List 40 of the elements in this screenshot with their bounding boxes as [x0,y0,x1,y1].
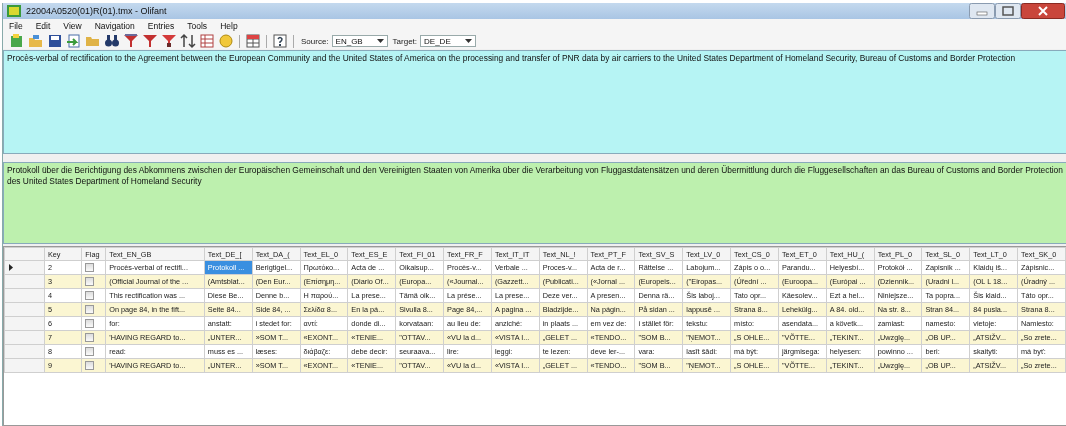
minimize-button[interactable] [969,3,995,19]
flag-checkbox[interactable] [85,263,95,273]
combo-label: Source: [301,36,329,46]
funnel-icon[interactable] [161,33,177,49]
binoculars-icon[interactable] [104,33,120,49]
new-file-icon[interactable] [9,33,25,49]
flag-checkbox[interactable] [85,319,95,329]
language-dropdown[interactable]: DE_DE [420,35,477,47]
import-icon[interactable] [66,33,82,49]
flag-checkbox[interactable] [85,305,95,315]
menu-item[interactable]: Entries [147,21,175,31]
current-row-icon [9,264,13,271]
menu-item[interactable]: Help [220,21,238,31]
flag-checkbox[interactable] [85,333,95,343]
menu-item[interactable]: File [9,21,23,31]
sort-icon[interactable] [180,33,196,49]
app-icon [7,5,21,17]
maximize-button[interactable] [995,3,1021,19]
menu-item[interactable]: Edit [35,21,51,31]
source-text-pane[interactable]: Procès-verbal of rectification to the Agreement between the European Community and the United States of America on the processing and transfer of PNR data by air carriers to the United States Department of Homeland Security, Bureau of Customs and Border Protection [3,50,1066,154]
dropdown-caret-icon [465,39,473,43]
dropdown-caret-icon [376,39,384,43]
language-dropdown[interactable]: EN_GB [331,35,388,47]
menu-item[interactable]: Tools [187,21,208,31]
filter-icon[interactable] [123,33,139,49]
help-icon[interactable] [272,33,288,49]
menu-item[interactable]: View [63,21,82,31]
window-title: 22004A0520(01)R(01).tmx - Olifant [26,6,168,16]
flag-checkbox[interactable] [85,291,95,301]
flag-checkbox[interactable] [85,347,95,357]
table-icon[interactable] [245,33,261,49]
combo-label: Target: [392,36,418,46]
grid-icon[interactable] [199,33,215,49]
menu-item[interactable]: Navigation [94,21,135,31]
flag-checkbox[interactable] [85,277,95,287]
coin-icon[interactable] [218,33,234,49]
save-icon[interactable] [47,33,63,49]
target-text-pane[interactable]: Protokoll über die Berichtigung des Abkommens zwischen der Europäischen Gemeinschaft und den Vereinigten Staaten von Amerika über die Verarbeitung von Fluggastdatensätzen und deren Übermittlung durch die Fluggesellschaften an das Bureau of Customs and Border Protection des United States Department of Homeland Security [3,162,1066,244]
flag-checkbox[interactable] [85,361,95,371]
close-button[interactable] [1021,3,1065,19]
